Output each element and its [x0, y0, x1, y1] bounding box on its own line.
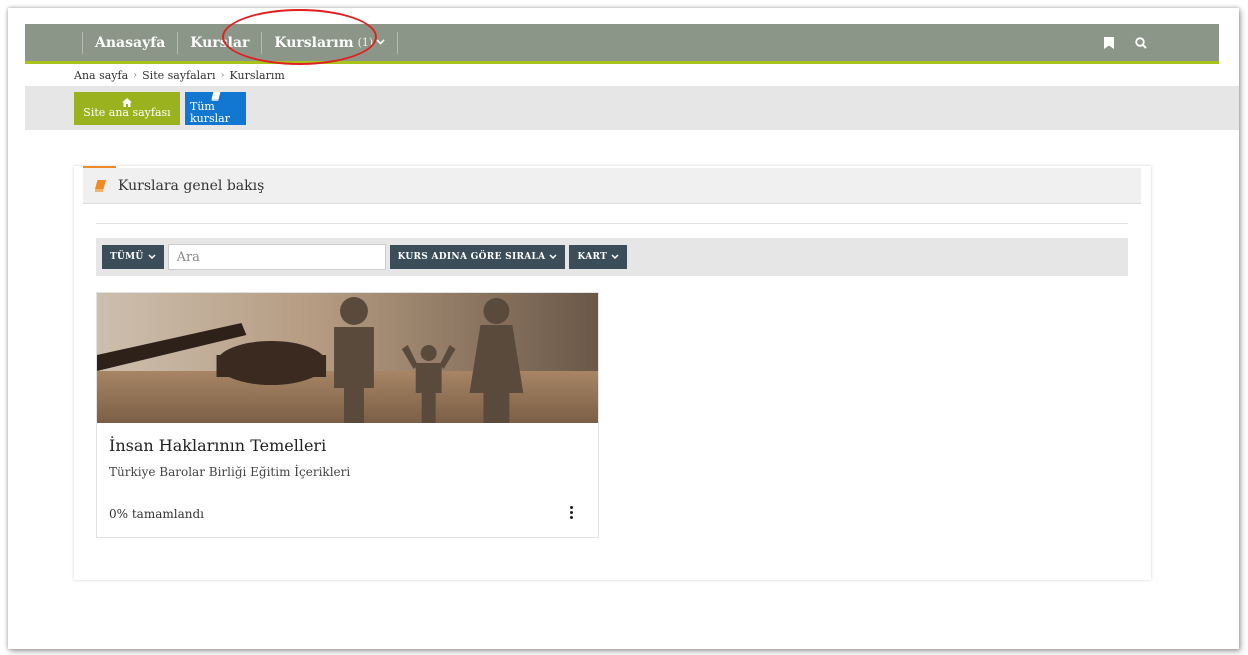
- chevron-down-icon: [611, 252, 619, 262]
- search-input[interactable]: [167, 244, 386, 270]
- site-home-button[interactable]: Site ana sayfası: [74, 92, 180, 125]
- chevron-right-icon: ›: [220, 70, 225, 81]
- nav-courses[interactable]: Kurslar: [178, 24, 261, 61]
- breadcrumb-item-home[interactable]: Ana sayfa: [74, 69, 128, 82]
- site-home-label: Site ana sayfası: [83, 105, 171, 119]
- all-courses-label: Tüm kurslar: [190, 99, 230, 125]
- more-options-icon[interactable]: [566, 503, 576, 521]
- sort-dropdown[interactable]: KURS ADINA GÖRE SIRALA: [389, 245, 566, 269]
- course-card[interactable]: İnsan Haklarının Temelleri Türkiye Barol…: [96, 292, 599, 538]
- divider: [96, 223, 1128, 224]
- filter-bar: TÜMÜ KURS ADINA GÖRE SIRALA KART: [96, 238, 1128, 276]
- breadcrumb-item-my-courses[interactable]: Kurslarım: [230, 69, 285, 82]
- sort-label: KURS ADINA GÖRE SIRALA: [397, 252, 546, 262]
- course-category: Türkiye Barolar Birliği Eğitim İçerikler…: [109, 465, 351, 479]
- chevron-right-icon: ›: [133, 70, 138, 81]
- quick-links-bar: Site ana sayfası Tüm kurslar: [25, 86, 1239, 130]
- panel-header: Kurslara genel bakış: [83, 168, 1141, 204]
- chevron-down-icon: [376, 37, 385, 48]
- book-icon: [95, 179, 106, 192]
- nav-separator: [397, 31, 399, 54]
- breadcrumb: Ana sayfa › Site sayfaları › Kurslarım: [74, 69, 285, 82]
- top-navbar: Anasayfa Kurslar Kurslarım (1): [25, 24, 1219, 64]
- filter-dropdown[interactable]: TÜMÜ: [102, 245, 164, 269]
- panel-title: Kurslara genel bakış: [118, 177, 265, 194]
- chevron-down-icon: [148, 252, 156, 262]
- nav-home[interactable]: Anasayfa: [83, 24, 177, 61]
- filter-label: TÜMÜ: [110, 252, 144, 262]
- nav-my-courses-label: Kurslarım: [274, 34, 354, 51]
- search-icon[interactable]: [1125, 24, 1157, 61]
- nav-my-courses-count: (1): [357, 36, 374, 49]
- bookmark-icon[interactable]: [1093, 24, 1125, 61]
- view-dropdown[interactable]: KART: [569, 245, 628, 269]
- chevron-down-icon: [549, 252, 557, 262]
- course-image[interactable]: [97, 293, 598, 423]
- view-label: KART: [577, 252, 608, 262]
- all-courses-button[interactable]: Tüm kurslar: [185, 92, 246, 125]
- browser-window: Anasayfa Kurslar Kurslarım (1) Ana sayfa…: [8, 8, 1239, 649]
- course-title[interactable]: İnsan Haklarının Temelleri: [109, 436, 326, 455]
- course-progress: 0% tamamlandı: [109, 507, 204, 521]
- breadcrumb-item-site-pages[interactable]: Site sayfaları: [142, 69, 215, 82]
- nav-my-courses[interactable]: Kurslarım (1): [262, 24, 397, 61]
